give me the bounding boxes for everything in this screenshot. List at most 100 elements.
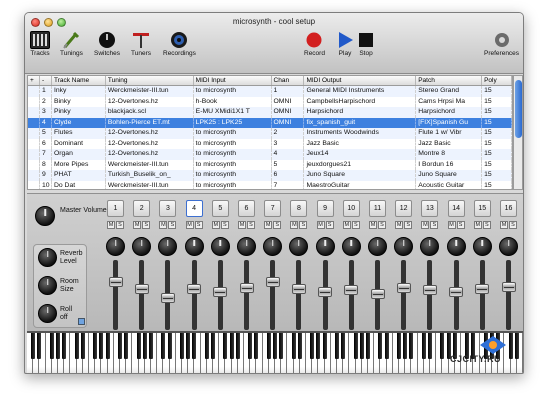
black-key[interactable]	[428, 333, 432, 359]
black-key[interactable]	[421, 333, 426, 359]
mute-button-ch1[interactable]: M	[107, 221, 115, 229]
channel-4-fader-handle[interactable]	[187, 284, 202, 294]
black-key[interactable]	[397, 333, 401, 359]
black-key[interactable]	[384, 333, 389, 359]
black-key[interactable]	[229, 333, 234, 359]
black-key[interactable]	[248, 333, 253, 359]
black-key[interactable]	[273, 333, 277, 359]
table-row[interactable]: 2 Binky 12-Overtones.hz h-Book OMNI Campbells…	[28, 96, 512, 107]
solo-button-ch10[interactable]: S	[351, 221, 360, 229]
channel-7-button[interactable]: 7	[264, 200, 282, 217]
channel-10-fader-handle[interactable]	[344, 285, 359, 296]
black-key[interactable]	[366, 333, 370, 359]
mute-button-ch12[interactable]: M	[395, 221, 404, 229]
black-key[interactable]	[211, 333, 215, 359]
column-header[interactable]: +	[28, 76, 40, 85]
channel-15-button[interactable]: 15	[473, 200, 491, 217]
black-key[interactable]	[180, 333, 184, 359]
channel-13-fader-handle[interactable]	[422, 285, 437, 296]
tracks-toolbar-button[interactable]: Tracks	[30, 31, 50, 57]
solo-button-ch9[interactable]: S	[325, 221, 334, 229]
channel-8-fader-handle[interactable]	[291, 284, 306, 294]
channel-2-pan-knob[interactable]	[132, 237, 152, 256]
table-scrollbar[interactable]	[513, 75, 523, 190]
table-row[interactable]: 1 Inky Werckmeister-III.tun to microsynth 1 G…	[28, 86, 512, 97]
black-key[interactable]	[291, 333, 296, 359]
channel-7-fader-handle[interactable]	[265, 276, 280, 287]
black-key[interactable]	[186, 333, 191, 359]
black-key[interactable]	[37, 333, 42, 359]
black-key[interactable]	[341, 333, 346, 359]
table-row[interactable]: 9 PHAT Turkish_Buselik_on_ to microsynth 6 Ju…	[28, 170, 512, 181]
tuners-toolbar-button[interactable]: Tuners	[131, 31, 151, 57]
table-row[interactable]: 4 Clyde Bohlen-Pierce ET.mt LPK25 : LPK25 OM…	[28, 117, 512, 128]
roll-off-knob[interactable]	[38, 304, 57, 323]
black-key[interactable]	[80, 333, 85, 359]
mute-button-ch14[interactable]: M	[447, 221, 456, 229]
channel-5-button[interactable]: 5	[211, 200, 229, 217]
black-key[interactable]	[99, 333, 104, 359]
solo-button-ch12[interactable]: S	[404, 221, 413, 229]
scrollbar-thumb[interactable]	[515, 80, 522, 138]
solo-button-ch11[interactable]: S	[378, 221, 386, 229]
channel-13-pan-knob[interactable]	[420, 237, 440, 256]
mute-button-ch6[interactable]: M	[238, 221, 246, 229]
mute-button-ch16[interactable]: M	[500, 221, 508, 229]
black-key[interactable]	[335, 333, 339, 359]
channel-3-fader-handle[interactable]	[160, 293, 175, 303]
black-key[interactable]	[31, 333, 36, 359]
solo-button-ch7[interactable]: S	[273, 221, 282, 229]
tunings-toolbar-button[interactable]: Tunings	[60, 31, 83, 57]
recordings-toolbar-button[interactable]: Recordings	[163, 31, 196, 57]
channel-9-pan-knob[interactable]	[315, 237, 335, 256]
channel-14-fader-handle[interactable]	[449, 287, 464, 297]
black-key[interactable]	[56, 333, 60, 359]
channel-16-fader-handle[interactable]	[501, 281, 516, 292]
channel-10-pan-knob[interactable]	[341, 237, 361, 256]
black-key[interactable]	[93, 333, 98, 359]
channel-9-fader-handle[interactable]	[318, 287, 333, 297]
black-key[interactable]	[254, 333, 259, 359]
solo-button-ch3[interactable]: S	[168, 221, 177, 229]
black-key[interactable]	[409, 333, 414, 359]
channel-15-fader-handle[interactable]	[475, 284, 490, 294]
solo-button-ch2[interactable]: S	[142, 221, 151, 229]
black-key[interactable]	[204, 333, 209, 359]
black-key[interactable]	[403, 333, 408, 359]
solo-button-ch13[interactable]: S	[430, 221, 439, 229]
channel-7-pan-knob[interactable]	[263, 237, 283, 256]
channel-6-pan-knob[interactable]	[237, 237, 256, 256]
black-key[interactable]	[149, 333, 153, 359]
channel-2-fader-handle[interactable]	[134, 284, 149, 294]
room-size-knob[interactable]	[38, 276, 57, 295]
channel-12-button[interactable]: 12	[395, 200, 413, 217]
channel-6-fader-handle[interactable]	[239, 282, 254, 293]
channel-11-fader-handle[interactable]	[370, 288, 385, 299]
channel-5-pan-knob[interactable]	[210, 237, 230, 256]
channel-1-fader-handle[interactable]	[108, 276, 123, 287]
channel-16-button[interactable]: 16	[500, 200, 517, 217]
mute-button-ch7[interactable]: M	[264, 221, 273, 229]
channel-14-pan-knob[interactable]	[446, 237, 466, 256]
switches-toolbar-button[interactable]: Switches	[94, 31, 120, 57]
channel-13-button[interactable]: 13	[421, 200, 439, 217]
channel-2-button[interactable]: 2	[133, 200, 151, 217]
mute-button-ch4[interactable]: M	[185, 221, 194, 229]
black-key[interactable]	[322, 333, 327, 359]
channel-4-button[interactable]: 4	[185, 200, 203, 217]
table-row[interactable]: 8 More Pipes Werckmeister-III.tun to micros…	[28, 159, 512, 170]
solo-button-ch6[interactable]: S	[247, 221, 255, 229]
mute-button-ch8[interactable]: M	[290, 221, 299, 229]
channel-12-fader-handle[interactable]	[396, 282, 411, 293]
black-key[interactable]	[310, 333, 315, 359]
channel-8-button[interactable]: 8	[290, 200, 308, 217]
roll-off-checkbox[interactable]	[78, 318, 85, 325]
mute-button-ch9[interactable]: M	[316, 221, 325, 229]
black-key[interactable]	[136, 333, 141, 359]
mute-button-ch10[interactable]: M	[342, 221, 351, 229]
table-row[interactable]: 7 Organ 12-Overtones.hz to microsynth 4 Jeux1…	[28, 149, 512, 160]
solo-button-ch15[interactable]: S	[482, 221, 491, 229]
solo-button-ch4[interactable]: S	[194, 221, 203, 229]
preferences-toolbar-button[interactable]: Preferences	[484, 31, 519, 57]
solo-button-ch5[interactable]: S	[220, 221, 229, 229]
